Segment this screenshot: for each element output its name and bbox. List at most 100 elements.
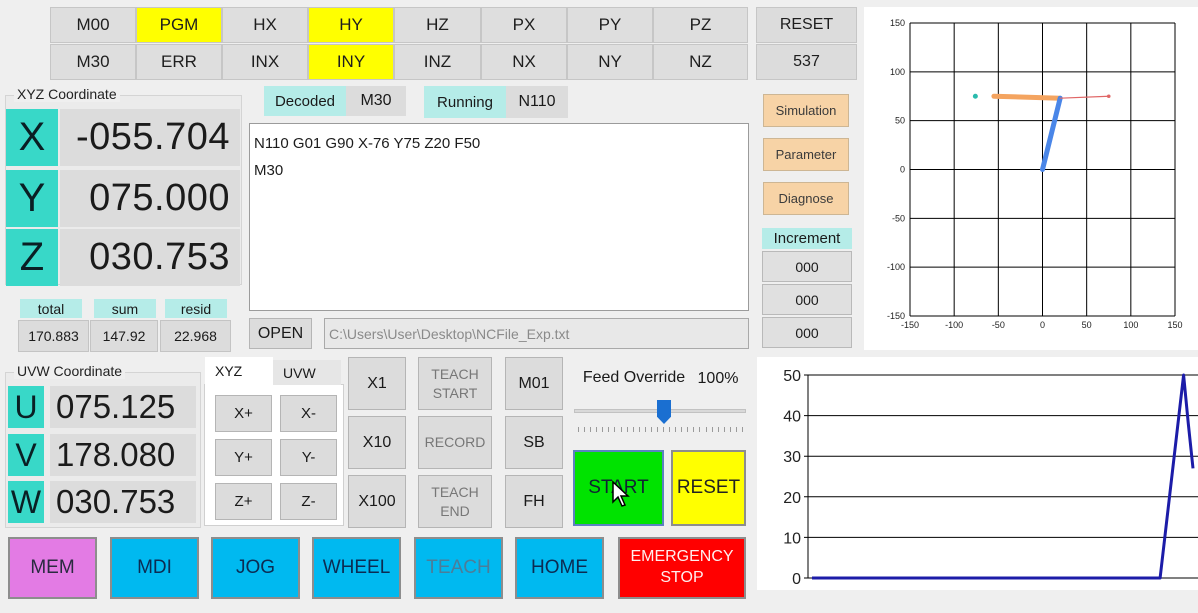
increment-value-2[interactable]: 000 (762, 284, 852, 315)
increment-value-3[interactable]: 000 (762, 317, 852, 348)
nc-program-editor[interactable]: N110 G01 G90 X-76 Y75 Z20 F50 M30 (249, 123, 749, 311)
line-ytick-label: 30 (783, 449, 801, 466)
increment-value-1[interactable]: 000 (762, 251, 852, 282)
z-axis-label: Z (6, 229, 58, 286)
teach-mode-button[interactable]: TEACH (414, 537, 503, 599)
xy-point (972, 93, 978, 99)
m01-button[interactable]: M01 (505, 357, 563, 410)
x10-multiplier-button[interactable]: X10 (348, 416, 406, 469)
status-indicator-pgm: PGM (136, 7, 222, 43)
x1-multiplier-button[interactable]: X1 (348, 357, 406, 410)
v-axis-value: 178.080 (50, 434, 196, 476)
slider-tick (620, 427, 622, 432)
jog-z-minus-button[interactable]: Z- (280, 483, 337, 520)
teach-end-button[interactable]: TEACH END (418, 475, 492, 528)
record-button[interactable]: RECORD (418, 416, 492, 469)
xy-ytick-label: -150 (887, 311, 905, 321)
tab-xyz[interactable]: XYZ (205, 357, 273, 385)
slider-tick (669, 427, 671, 432)
status-indicator-inz: INZ (394, 44, 481, 80)
xy-ytick-label: 100 (890, 67, 905, 77)
parameter-button[interactable]: Parameter (763, 138, 849, 171)
tab-uvw[interactable]: UVW (273, 360, 341, 385)
xy-position-plot: -150 -100 -50 0 50 100 150 150 100 50 0 -50 -100 -150 (887, 18, 1183, 330)
slider-tick (742, 427, 743, 432)
xy-ytick-label: 0 (900, 165, 905, 175)
reset-button[interactable]: RESET (671, 450, 746, 526)
status-indicator-inx: INX (222, 44, 308, 80)
xy-xtick-label: -100 (945, 320, 963, 330)
xy-ytick-label: 50 (895, 116, 905, 126)
mem-mode-button[interactable]: MEM (8, 537, 97, 599)
diagnose-button[interactable]: Diagnose (763, 182, 849, 215)
jog-y-minus-button[interactable]: Y- (280, 439, 337, 476)
v-axis-label: V (8, 434, 44, 476)
open-button[interactable]: OPEN (249, 318, 312, 349)
slider-tick (681, 427, 683, 432)
status-indicator-m30: M30 (50, 44, 136, 80)
decoded-value: M30 (346, 86, 406, 116)
teach-start-button[interactable]: TEACH START (418, 357, 492, 410)
slider-tick (632, 427, 634, 432)
file-path-field[interactable]: C:\Users\User\Desktop\NCFile_Exp.txt (324, 318, 749, 349)
jog-x-minus-button[interactable]: X- (280, 395, 337, 432)
xy-xtick-label: -50 (992, 320, 1005, 330)
mdi-mode-button[interactable]: MDI (110, 537, 199, 599)
slider-thumb[interactable] (657, 400, 671, 424)
y-axis-value: 075.000 (60, 170, 240, 227)
xy-path-segment (1040, 95, 1063, 172)
slider-tick (596, 427, 598, 432)
status-indicator-pz: PZ (653, 7, 748, 43)
status-indicator-nz: NZ (653, 44, 748, 80)
wheel-mode-button[interactable]: WHEEL (312, 537, 401, 599)
x100-multiplier-button[interactable]: X100 (348, 475, 406, 528)
decoded-label: Decoded (264, 86, 346, 116)
total-value: 170.883 (18, 320, 89, 352)
status-indicator-ny: NY (567, 44, 653, 80)
nc-line-2: M30 (254, 162, 284, 179)
mouse-cursor (612, 480, 630, 507)
increment-label: Increment (762, 228, 852, 249)
xy-xtick-label: 100 (1123, 320, 1138, 330)
running-value: N110 (506, 86, 568, 118)
slider-tick (663, 427, 665, 432)
feed-hold-button[interactable]: FH (505, 475, 563, 528)
emergency-stop-button[interactable]: EMERGENCY STOP (618, 537, 746, 599)
xy-xtick-label: 150 (1167, 320, 1182, 330)
slider-tick (656, 427, 658, 432)
jog-mode-button[interactable]: JOG (211, 537, 300, 599)
status-indicator-hx: HX (222, 7, 308, 43)
feed-override-label: Feed Override (582, 369, 686, 386)
simulation-button[interactable]: Simulation (763, 94, 849, 127)
home-mode-button[interactable]: HOME (515, 537, 604, 599)
running-label: Running (424, 86, 506, 118)
reset-status-button[interactable]: RESET (756, 7, 857, 43)
single-block-button[interactable]: SB (505, 416, 563, 469)
slider-tick (687, 427, 689, 432)
slider-tick (705, 427, 707, 432)
slider-tick (729, 427, 731, 432)
xy-path-endpoint (1106, 94, 1111, 99)
w-axis-value: 030.753 (50, 481, 196, 523)
xy-xtick-label: 0 (1040, 320, 1045, 330)
status-indicator-iny: INY (308, 44, 394, 80)
feed-override-slider[interactable] (574, 400, 746, 436)
status-indicator-err: ERR (136, 44, 222, 80)
status-indicator-nx: NX (481, 44, 567, 80)
x-axis-label: X (6, 109, 58, 166)
line-ytick-label: 10 (783, 530, 801, 547)
resid-label: resid (165, 299, 227, 318)
slider-ticks (578, 427, 743, 433)
jog-z-plus-button[interactable]: Z+ (215, 483, 272, 520)
status-indicator-py: PY (567, 7, 653, 43)
status-counter: 537 (756, 44, 857, 80)
u-axis-value: 075.125 (50, 386, 196, 428)
xy-xtick-label: -150 (901, 320, 919, 330)
y-axis-label: Y (6, 170, 58, 227)
xyz-coordinate-title: XYZ Coordinate (14, 86, 120, 102)
line-ytick-label: 20 (783, 490, 801, 507)
jog-y-plus-button[interactable]: Y+ (215, 439, 272, 476)
slider-tick (693, 427, 695, 432)
jog-x-plus-button[interactable]: X+ (215, 395, 272, 432)
estop-line-2: STOP (660, 569, 704, 586)
